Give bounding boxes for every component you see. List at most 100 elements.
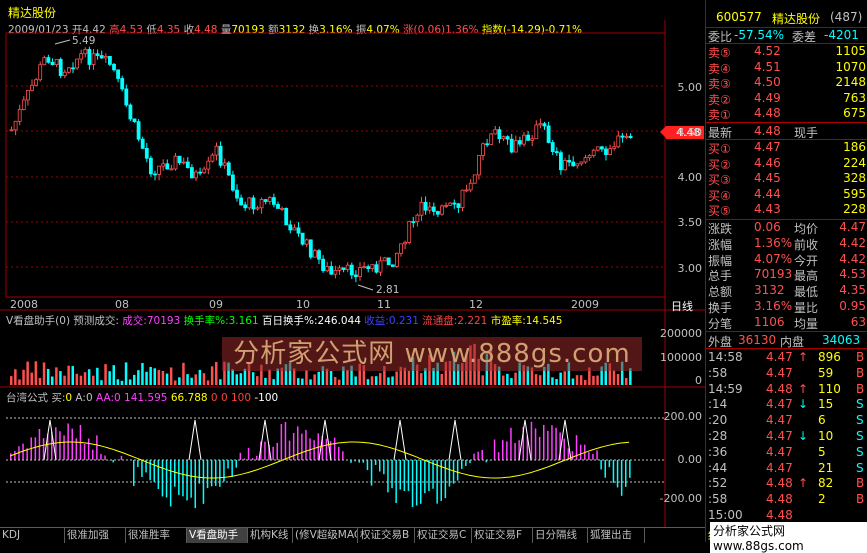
forecast-label: 预测成交: (73, 315, 119, 327)
volume-bar (96, 368, 99, 385)
stat-value-2: 4.42 (839, 236, 866, 250)
tab-rifen-gexian[interactable]: 日分隔线 (533, 528, 588, 543)
tick-dir: S (856, 461, 864, 475)
hundred-value: 246.044 (318, 315, 361, 327)
volume-bar (256, 376, 259, 385)
tab-henzhun-jiaqiang[interactable]: 很准加强 (65, 528, 126, 543)
ind-axis-m200: -200.00 (650, 492, 702, 505)
indicator-bar-pos (248, 448, 250, 460)
candle-body (334, 270, 337, 274)
sell-row: 卖③4.502148 (706, 75, 867, 90)
tick-vol: 896 (818, 350, 841, 364)
tab-jigou-kline[interactable]: 机构K线 (248, 528, 293, 543)
candle-body (297, 228, 300, 233)
candle-body (199, 172, 202, 173)
stat-value-1: 3132 (754, 283, 785, 297)
candle-body (117, 70, 120, 79)
volume-bar (219, 379, 222, 385)
tick-arrow: ↑ (798, 382, 808, 396)
tick-time: :14 (708, 397, 727, 411)
indicator-bar-pos (543, 425, 545, 460)
candle-body (588, 156, 591, 158)
tab-quanzheng-b[interactable]: 权证交易B (358, 528, 415, 543)
candle-body (236, 190, 239, 198)
volume-bar (330, 371, 333, 385)
tick-time: :20 (708, 413, 727, 427)
candle-body (613, 147, 616, 149)
candle-body (231, 175, 234, 190)
tab-kdj[interactable]: KDJ (0, 528, 65, 543)
candle-body (498, 130, 501, 139)
vol-axis-0: 0 (650, 374, 702, 387)
tick-time: :28 (708, 429, 727, 443)
candle-body (453, 203, 456, 204)
indicator-bar-pos (572, 451, 574, 460)
tab-macd[interactable]: (修V超级MACD) (293, 528, 358, 543)
indicator-bar-pos (63, 435, 65, 460)
tick-row: :584.4759B (706, 366, 867, 381)
indicator-bar-neg (236, 460, 238, 468)
candle-body (404, 242, 407, 243)
indicator-bar-pos (240, 453, 242, 460)
tab-v-kanpan[interactable]: V看盘助手 (187, 528, 248, 543)
chart-area[interactable]: 4.48 5.49 2.81 (0, 0, 705, 527)
stat-value-2: 4.53 (839, 267, 866, 281)
tab-quanzheng-f[interactable]: 权证交易F (472, 528, 533, 543)
candle-body (531, 139, 534, 141)
volume-bar (596, 376, 599, 385)
candle-body (457, 204, 460, 208)
indicator-bar-pos (502, 440, 504, 460)
buy-vol: 224 (843, 156, 866, 170)
indicator-bar-neg (625, 460, 627, 487)
stat-value-1: 3.16% (754, 299, 792, 313)
indicator-bar-neg (190, 460, 192, 498)
buy-label: 买③ (708, 171, 731, 188)
volume-bar (43, 362, 46, 385)
indicator-bar-pos (281, 424, 283, 460)
tab-huli-chuji[interactable]: 狐狸出击 (588, 528, 645, 543)
candle-body (473, 175, 476, 183)
candle-body (309, 240, 312, 257)
candle-body (203, 169, 206, 173)
indicator-bar-pos (272, 447, 274, 460)
candle-body (449, 203, 452, 205)
candle-body (104, 56, 107, 58)
sell-price: 4.49 (754, 91, 781, 105)
volume-bar (51, 377, 54, 385)
period-button[interactable]: 日线 (671, 298, 693, 314)
ind-v1: 141.595 (124, 392, 167, 404)
volume-bar (391, 376, 394, 385)
candle-body (18, 109, 21, 121)
weicha-value: -4201 (824, 28, 859, 42)
candle-body (76, 59, 79, 68)
tick-dir: S (856, 397, 864, 411)
tick-row: :364.475S (706, 445, 867, 460)
ind-a-value: 0 (86, 392, 93, 404)
indicator-bar-pos (72, 429, 74, 460)
ind-v5: 100 (231, 392, 251, 404)
candle-body (424, 202, 427, 210)
volume-bar (211, 366, 214, 385)
tab-quanzheng-c[interactable]: 权证交易C (415, 528, 472, 543)
indicator-bar-pos (121, 456, 123, 460)
volume-bar (67, 366, 70, 385)
indicator-bar-neg (404, 460, 406, 491)
volume-bar (31, 373, 34, 385)
candle-body (330, 267, 333, 275)
volume-bar (162, 371, 165, 385)
candle-body (494, 130, 497, 134)
indicator-bar-neg (162, 460, 164, 496)
high-marker-line (55, 40, 70, 44)
stat-label-1: 换手 (708, 299, 732, 316)
candle-body (92, 54, 95, 65)
candle-body (514, 141, 517, 152)
candle-body (285, 208, 288, 224)
tick-dir: B (856, 382, 864, 396)
tab-henzhun-shenglv[interactable]: 很准胜率 (126, 528, 187, 543)
indicator-bar-neg (395, 460, 397, 503)
indicator-bar-neg (391, 460, 393, 488)
indicator-bar-neg (182, 460, 184, 496)
ind-a-label: A: (75, 392, 86, 404)
tick-row: :444.4721S (706, 461, 867, 476)
candle-body (350, 265, 353, 275)
